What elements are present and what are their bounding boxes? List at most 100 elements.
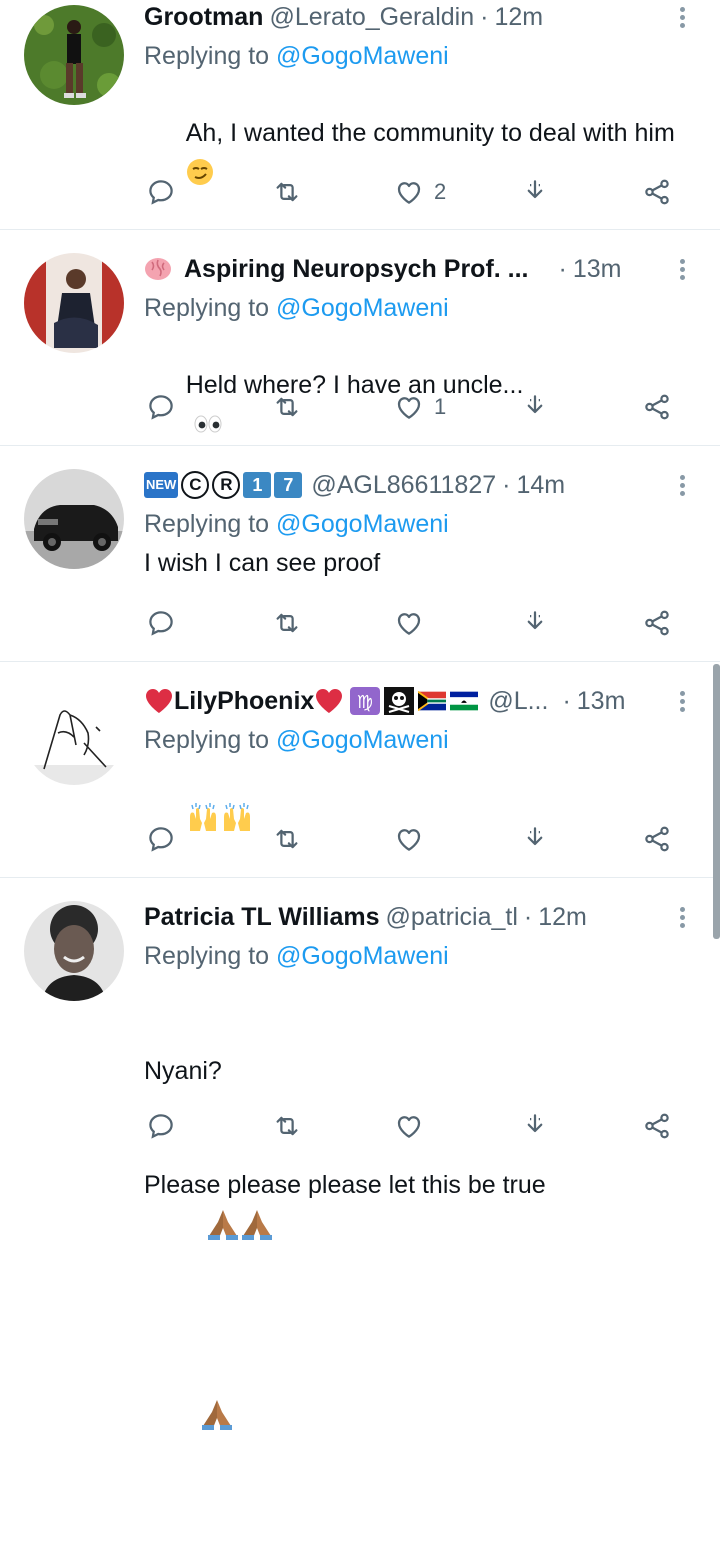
tweet-text-line — [144, 1356, 680, 1470]
like-icon — [394, 1111, 424, 1141]
avatar[interactable] — [24, 469, 124, 569]
retweet-button[interactable] — [272, 606, 302, 640]
handle[interactable]: @Lerato_Geraldin — [269, 2, 474, 32]
tweet[interactable]: Aspiring Neuropsych Prof. ... · 13m Repl… — [0, 230, 720, 446]
avatar[interactable] — [24, 5, 124, 105]
timestamp[interactable]: 12m — [494, 2, 543, 32]
retweet-button[interactable] — [272, 390, 302, 424]
share-icon — [642, 177, 672, 207]
tweet-text: Nyani? Please please please let this be … — [144, 976, 680, 1546]
download-button[interactable] — [520, 606, 550, 640]
download-icon — [527, 1114, 543, 1133]
share-button[interactable] — [642, 390, 672, 424]
more-icon[interactable] — [680, 256, 688, 283]
tweet-header: Grootman @Lerato_Geraldin · 12m — [144, 2, 680, 32]
tweet[interactable]: NEW C R 1 7 @AGL86611827 · 14m Replying … — [0, 446, 720, 662]
display-name[interactable]: LilyPhoenix — [174, 686, 314, 716]
display-name[interactable]: Patricia TL Williams — [144, 902, 380, 932]
reply-button[interactable] — [146, 822, 176, 856]
avatar[interactable] — [24, 901, 124, 1001]
display-name[interactable]: Grootman — [144, 2, 263, 32]
skull-crossbones-emoji — [384, 687, 415, 715]
mention-link[interactable]: @GogoMaweni — [276, 726, 449, 754]
reply-button[interactable] — [146, 606, 176, 640]
retweet-icon — [272, 177, 302, 207]
like-button[interactable] — [394, 606, 424, 640]
copyright-badge: C — [181, 471, 210, 499]
share-button[interactable] — [642, 822, 672, 856]
like-button[interactable]: 1 — [394, 390, 446, 424]
reply-icon — [146, 1111, 176, 1141]
more-icon[interactable] — [680, 4, 688, 31]
share-button[interactable] — [642, 1109, 672, 1143]
mention-link[interactable]: @GogoMaweni — [276, 294, 449, 322]
reply-button[interactable] — [146, 390, 176, 424]
tweet-header: Patricia TL Williams @patricia_tl · 12m — [144, 902, 680, 932]
new-badge: NEW — [144, 472, 179, 498]
retweet-icon — [272, 608, 302, 638]
download-button[interactable] — [520, 822, 550, 856]
separator-dot: · — [523, 903, 533, 931]
retweet-button[interactable] — [272, 1109, 302, 1143]
mention-link[interactable]: @GogoMaweni — [276, 510, 449, 538]
retweet-icon — [272, 824, 302, 854]
number-one-badge: 1 — [243, 472, 272, 498]
display-name[interactable]: Aspiring Neuropsych Prof. ... — [184, 254, 529, 284]
replying-prefix: Replying to — [144, 294, 277, 322]
replying-prefix: Replying to — [144, 942, 277, 970]
retweet-icon — [272, 392, 302, 422]
virgo-emoji: ♍ — [350, 687, 381, 715]
tweet-actions — [144, 1109, 680, 1143]
more-icon[interactable] — [680, 904, 688, 931]
download-button[interactable] — [520, 1109, 550, 1143]
separator-dot: · — [480, 3, 489, 31]
tweet-text — [144, 760, 680, 874]
like-button[interactable]: 2 — [394, 175, 446, 209]
avatar[interactable] — [24, 685, 124, 785]
heart-emoji — [316, 689, 343, 713]
like-count: 2 — [434, 179, 447, 204]
retweet-button[interactable] — [272, 822, 302, 856]
share-button[interactable] — [642, 606, 672, 640]
tweet[interactable]: Grootman @Lerato_Geraldin · 12m Replying… — [0, 0, 720, 230]
replying-to: Replying to @GogoMaweni — [144, 293, 680, 323]
replying-to: Replying to @GogoMaweni — [144, 509, 680, 539]
reply-button[interactable] — [146, 175, 176, 209]
like-icon — [394, 824, 424, 854]
heart-emoji — [146, 689, 172, 713]
handle[interactable]: @patricia_tl — [386, 902, 518, 932]
timestamp[interactable]: 13m — [573, 254, 622, 284]
like-icon — [394, 392, 424, 422]
handle[interactable]: @AGL86611827 — [311, 470, 496, 500]
lesotho-flag — [450, 691, 479, 711]
like-button[interactable] — [394, 1109, 424, 1143]
scrollbar[interactable] — [713, 664, 720, 939]
reply-icon — [146, 608, 176, 638]
like-button[interactable] — [394, 822, 424, 856]
avatar[interactable] — [24, 253, 124, 353]
share-icon — [642, 824, 672, 854]
replying-to: Replying to @GogoMaweni — [144, 725, 680, 755]
tweet[interactable]: Patricia TL Williams @patricia_tl · 12m … — [0, 878, 720, 1431]
share-icon — [642, 392, 672, 422]
timestamp[interactable]: 12m — [538, 902, 587, 932]
like-count: 1 — [434, 394, 447, 419]
replying-to: Replying to @GogoMaweni — [144, 41, 680, 71]
download-icon — [527, 395, 543, 414]
mention-link[interactable]: @GogoMaweni — [276, 942, 449, 970]
more-icon[interactable] — [680, 472, 688, 499]
download-button[interactable] — [520, 390, 550, 424]
handle[interactable]: @L... — [488, 686, 548, 716]
brain-emoji — [145, 258, 171, 280]
tweet-text-content: Please please please let this be true — [144, 1171, 546, 1199]
mention-link[interactable]: @GogoMaweni — [276, 42, 449, 70]
more-icon[interactable] — [680, 688, 688, 715]
retweet-button[interactable] — [272, 175, 302, 209]
share-button[interactable] — [642, 175, 672, 209]
download-button[interactable] — [520, 175, 550, 209]
reply-button[interactable] — [146, 1109, 176, 1143]
tweet-actions: 1 — [144, 390, 680, 424]
timestamp[interactable]: 14m — [516, 470, 565, 500]
timestamp[interactable]: 13m — [577, 686, 626, 716]
tweet[interactable]: LilyPhoenix ♍ @L... · 13m Replying to @G… — [0, 662, 720, 878]
